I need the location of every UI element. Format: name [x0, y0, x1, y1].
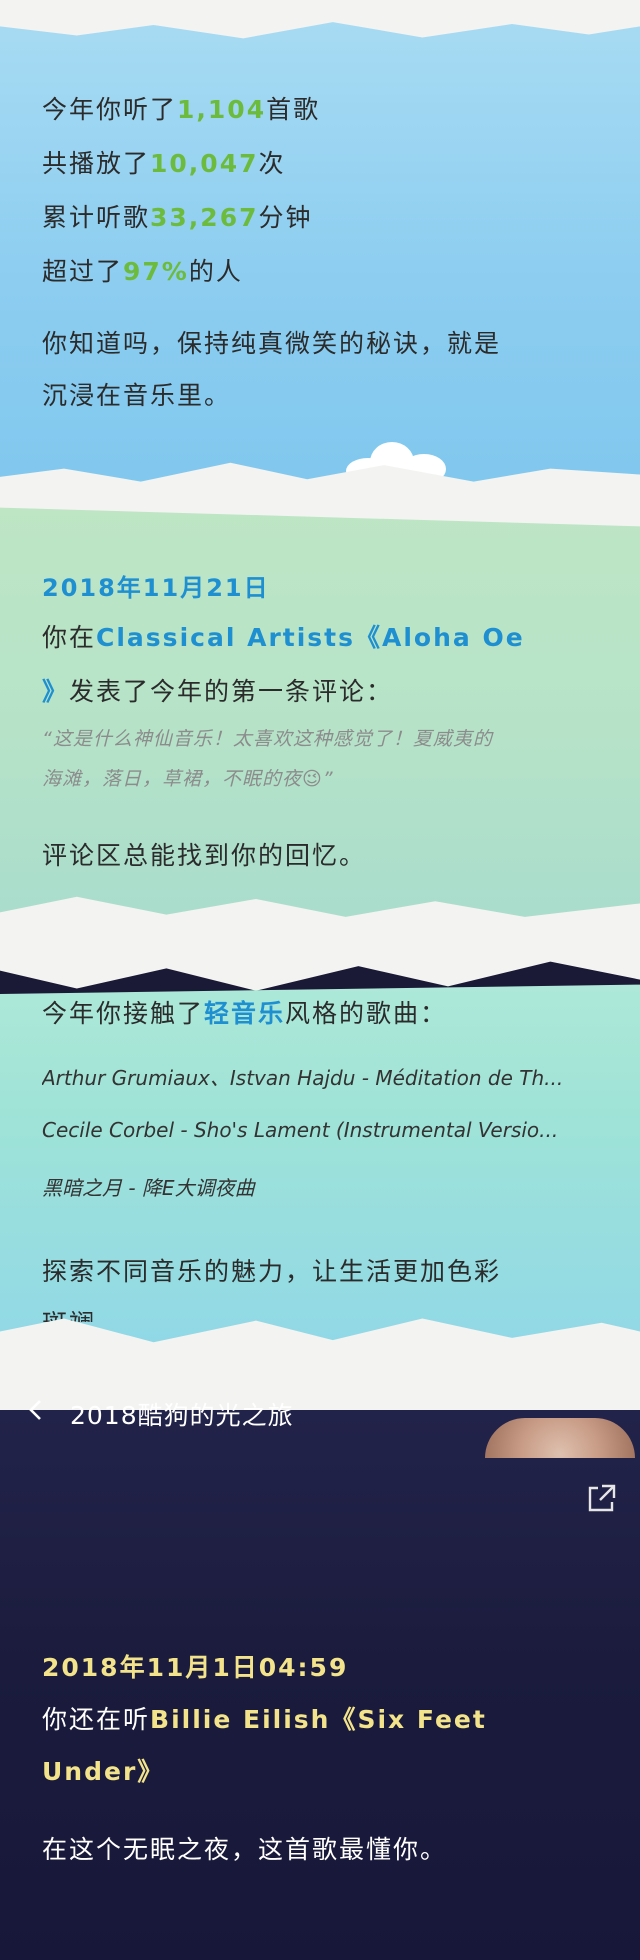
genre-song-1[interactable]: Arthur Grumiaux、Istvan Hajdu - Méditatio… [42, 1062, 602, 1091]
songs-suffix: 首歌 [266, 95, 321, 124]
comment-quote-line1: “这是什么神仙音乐！太喜欢这种感觉了！夏威夷的 [42, 728, 493, 750]
comment-prefix: 你在 [42, 623, 97, 652]
rank-value: 97% [123, 257, 189, 286]
plays-value: 10,047 [150, 149, 259, 178]
rank-line: 超过了97%的人 [42, 252, 243, 288]
minutes-prefix: 累计听歌 [42, 203, 151, 232]
comment-line1: 你在Classical Artists《Aloha Oe [42, 618, 525, 654]
share-icon[interactable] [584, 1480, 620, 1516]
minutes-suffix: 分钟 [258, 203, 313, 232]
late-night-datetime: 2018年11月1日04:59 [42, 1653, 349, 1682]
late-night-panel [0, 1410, 640, 1960]
rank-prefix: 超过了 [42, 257, 124, 286]
songs-count-line: 今年你听了1,104首歌 [42, 90, 320, 126]
comment-suffix: 发表了今年的第一条评论： [69, 677, 394, 706]
comment-song-end[interactable]: 》 [42, 677, 69, 706]
comment-date: 2018年11月21日 [42, 574, 270, 602]
genre-footer-line2: 斑斓 [42, 1304, 96, 1322]
songs-value: 1,104 [177, 95, 267, 124]
minutes-value: 33,267 [150, 203, 259, 232]
genre-intro-prefix: 今年你接触了 [42, 999, 205, 1028]
late-night-prefix: 你还在听 [42, 1705, 151, 1734]
late-night-footer: 在这个无眠之夜，这首歌最懂你。 [42, 1835, 448, 1864]
comment-line2: 》发表了今年的第一条评论： [42, 672, 393, 708]
avatar [485, 1418, 635, 1458]
stats-quote-line1: 你知道吗，保持纯真微笑的秘诀，就是 [42, 329, 502, 358]
plays-count-line: 共播放了10,047次 [42, 144, 286, 180]
late-night-line1: 你还在听Billie Eilish《Six Feet [42, 1700, 487, 1736]
rank-suffix: 的人 [188, 257, 243, 286]
plays-suffix: 次 [258, 149, 286, 178]
genre-intro: 今年你接触了轻音乐风格的歌曲： [42, 994, 447, 1030]
genre-song-2[interactable]: Cecile Corbel - Sho's Lament (Instrument… [42, 1118, 602, 1142]
comment-footer: 评论区总能找到你的回忆。 [42, 841, 367, 870]
nav-title: 2018酷狗的光之旅 [70, 1401, 294, 1430]
songs-prefix: 今年你听了 [42, 95, 178, 124]
genre-intro-suffix: 风格的歌曲： [285, 999, 448, 1028]
genre-name[interactable]: 轻音乐 [204, 999, 285, 1028]
plays-prefix: 共播放了 [42, 149, 151, 178]
genre-footer-line1: 探索不同音乐的魅力，让生活更加色彩 [42, 1257, 502, 1286]
comment-song[interactable]: Classical Artists《Aloha Oe [96, 623, 525, 652]
stats-quote-line2: 沉浸在音乐里。 [42, 381, 232, 410]
genre-song-3[interactable]: 黑暗之月 - 降E大调夜曲 [42, 1172, 602, 1201]
minutes-line: 累计听歌33,267分钟 [42, 198, 313, 234]
late-night-song-end[interactable]: Under》 [42, 1752, 164, 1788]
comment-quote-line2: 海滩，落日，草裙，不眠的夜😉” [42, 768, 334, 790]
late-night-song[interactable]: Billie Eilish《Six Feet [150, 1705, 487, 1734]
chevron-left-icon[interactable] [24, 1398, 48, 1422]
